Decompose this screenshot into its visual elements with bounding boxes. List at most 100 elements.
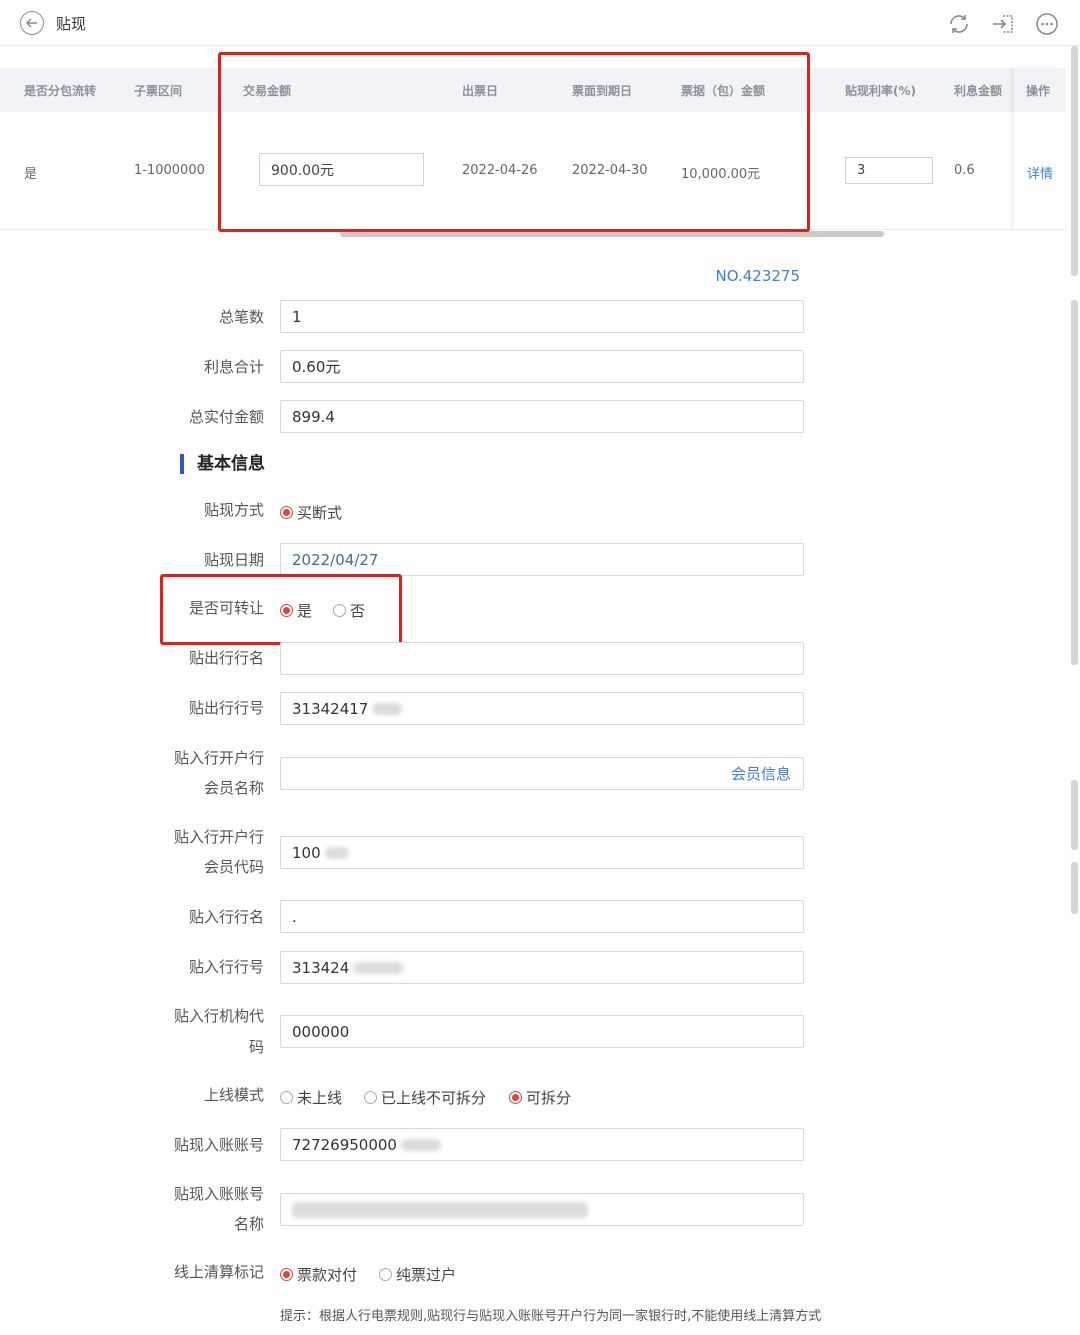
discount-rate-value: 3 <box>857 163 866 178</box>
back-arrow-icon[interactable] <box>20 11 44 35</box>
discount-method-label: 贴现方式 <box>203 501 264 519</box>
col-header: 是否分包流转 <box>24 84 97 98</box>
col-header: 交易金额 <box>243 84 292 98</box>
page-title: 贴现 <box>56 15 87 33</box>
redacted-mask <box>372 702 403 715</box>
radio-label: 已上线不可拆分 <box>381 1089 487 1107</box>
in-member-name-label: 会员名称 <box>203 779 264 797</box>
in-bank-no-label: 贴入行行号 <box>188 958 264 976</box>
transferable-label: 是否可转让 <box>188 599 264 617</box>
radio-not-online[interactable]: 未上线 <box>280 1087 342 1108</box>
radio-unchecked-icon <box>364 1091 377 1104</box>
enter-icon[interactable] <box>990 11 1016 37</box>
radio-buyout[interactable]: 买断式 <box>280 502 342 523</box>
account-name-field[interactable] <box>280 1193 804 1226</box>
radio-label: 未上线 <box>297 1089 343 1107</box>
interest-total-field[interactable]: 0.60元 <box>280 350 804 383</box>
radio-checked-icon <box>280 604 293 617</box>
out-bank-no-label: 贴出行行号 <box>188 699 264 717</box>
total-paid-value: 899.4 <box>292 407 335 426</box>
col-header: 出票日 <box>462 84 499 98</box>
serial-number: NO.423275 <box>715 267 800 285</box>
redacted-mask <box>324 846 349 859</box>
radio-label: 买断式 <box>297 504 343 522</box>
discount-date-value: 2022/04/27 <box>292 550 379 569</box>
radio-dvp[interactable]: 票款对付 <box>280 1264 357 1285</box>
out-bank-no-value: 31342417 <box>292 699 369 718</box>
col-header: 利息金额 <box>954 84 1003 98</box>
discount-date-label: 贴现日期 <box>203 551 264 569</box>
out-bank-name-field[interactable] <box>280 642 804 675</box>
hint-text: 提示：根据人行电票规则,贴现行与贴现入账账号开户行为同一家银行时,不能使用线上清… <box>280 1309 822 1324</box>
radio-transfer-yes[interactable]: 是 <box>280 600 312 621</box>
cell-interest: 0.6 <box>954 163 975 178</box>
horizontal-scrollbar[interactable] <box>340 231 884 237</box>
in-bank-no-field[interactable]: 313424 <box>280 951 804 984</box>
col-header: 操作 <box>1026 84 1051 98</box>
radio-label: 纯票过户 <box>396 1266 457 1284</box>
vertical-scrollbar[interactable] <box>1071 300 1078 665</box>
account-no-label: 贴现入账账号 <box>173 1136 264 1154</box>
radio-transfer-no[interactable]: 否 <box>333 600 365 621</box>
cell-issue-date: 2022-04-26 <box>462 163 538 178</box>
account-no-value: 72726950000 <box>292 1135 397 1154</box>
online-mode-label: 上线模式 <box>203 1086 264 1104</box>
more-icon[interactable] <box>1034 11 1060 37</box>
total-count-field[interactable]: 1 <box>280 300 804 333</box>
vertical-scrollbar[interactable] <box>1071 780 1078 850</box>
in-bank-no-value: 313424 <box>292 958 350 977</box>
in-org-code-label: 码 <box>248 1038 264 1056</box>
in-org-code-field[interactable]: 000000 <box>280 1015 804 1048</box>
interest-total-value: 0.60元 <box>292 358 341 376</box>
radio-unchecked-icon <box>280 1091 293 1104</box>
out-bank-no-field[interactable]: 31342417 <box>280 692 804 725</box>
in-bank-name-label: 贴入行行名 <box>188 908 264 926</box>
in-member-name-label: 贴入行开户行 <box>173 749 264 767</box>
row-divider <box>0 229 1066 230</box>
discount-date-field[interactable]: 2022/04/27 <box>280 543 804 576</box>
refresh-icon[interactable] <box>946 11 972 37</box>
col-header: 子票区间 <box>134 84 183 98</box>
in-bank-name-field[interactable]: . <box>280 900 804 933</box>
account-name-label: 名称 <box>233 1215 264 1233</box>
col-header: 票据（包）金额 <box>681 84 766 98</box>
radio-unchecked-icon <box>379 1268 392 1281</box>
in-member-code-label: 会员代码 <box>203 858 264 876</box>
radio-checked-icon <box>509 1091 522 1104</box>
radio-splittable[interactable]: 可拆分 <box>509 1087 571 1108</box>
radio-ticket-transfer[interactable]: 纯票过户 <box>379 1264 456 1285</box>
total-count-label: 总笔数 <box>218 308 264 326</box>
radio-unchecked-icon <box>333 604 346 617</box>
in-member-code-label: 贴入行开户行 <box>173 828 264 846</box>
radio-online-no-split[interactable]: 已上线不可拆分 <box>364 1087 486 1108</box>
radio-label: 票款对付 <box>297 1266 358 1284</box>
radio-label: 是 <box>297 602 313 620</box>
trade-amount-value: 900.00元 <box>271 162 334 179</box>
vertical-scrollbar[interactable] <box>1071 862 1078 914</box>
in-member-code-value: 100 <box>292 843 321 862</box>
cell-due-date: 2022-04-30 <box>572 163 648 178</box>
in-org-code-label: 贴入行机构代 <box>173 1007 264 1025</box>
total-paid-field[interactable]: 899.4 <box>280 400 804 433</box>
detail-link[interactable]: 详情 <box>1027 163 1053 182</box>
discount-rate-input[interactable]: 3 <box>845 157 933 184</box>
col-header: 贴现利率(%) <box>845 84 916 98</box>
member-info-link[interactable]: 会员信息 <box>731 763 791 784</box>
redacted-mask <box>353 961 404 974</box>
total-paid-label: 总实付金额 <box>188 408 264 426</box>
radio-checked-icon <box>280 1268 293 1281</box>
account-no-field[interactable]: 72726950000 <box>280 1128 804 1161</box>
radio-label: 可拆分 <box>526 1089 572 1107</box>
trade-amount-input[interactable]: 900.00元 <box>259 153 424 186</box>
redacted-mask <box>292 1201 588 1218</box>
in-bank-name-value: . <box>292 907 297 926</box>
section-title: 基本信息 <box>180 454 265 474</box>
radio-label: 否 <box>350 602 366 620</box>
interest-total-label: 利息合计 <box>203 358 264 376</box>
in-member-name-field[interactable]: 会员信息 <box>280 757 804 790</box>
cell-bill-amount: 10,000.00元 <box>681 167 761 182</box>
redacted-mask <box>400 1138 441 1151</box>
vertical-scrollbar[interactable] <box>1071 46 1078 276</box>
cell-split: 是 <box>24 167 38 182</box>
in-member-code-field[interactable]: 100 <box>280 836 804 869</box>
